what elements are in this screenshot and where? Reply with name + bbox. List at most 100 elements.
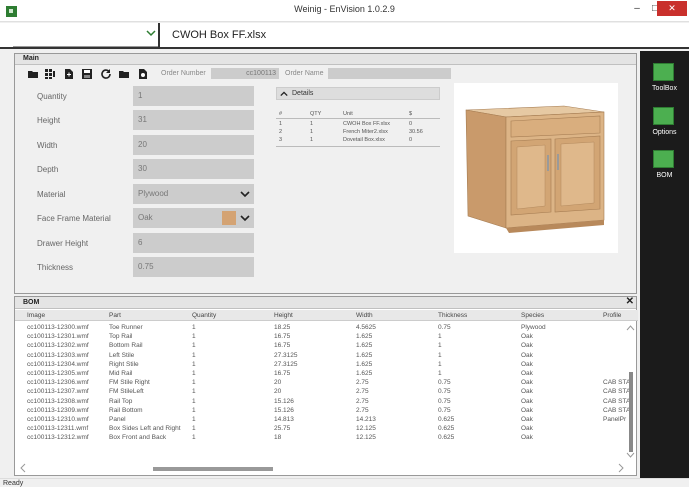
column-header-image[interactable]: Image: [27, 312, 45, 319]
status-bar: Ready: [0, 478, 689, 487]
face-frame-material-label: Face Frame Material: [37, 214, 111, 223]
details-col-price: $: [409, 111, 413, 117]
cell-image: cc100113-12306.wmf: [27, 379, 89, 387]
vertical-scrollbar[interactable]: [626, 322, 635, 461]
drawer-height-label: Drawer Height: [37, 239, 89, 248]
sidebar-item-options[interactable]: Options: [640, 107, 689, 143]
cell-quantity: 1: [192, 324, 196, 331]
divider: [158, 23, 160, 49]
cell-width: 4.5625: [356, 324, 376, 331]
table-row[interactable]: cc100113-12309.wmf Rail Bottom 1 15.126 2.75…: [15, 406, 630, 415]
divider: [276, 118, 440, 119]
cell-width: 1.625: [356, 351, 373, 359]
column-header-part[interactable]: Part: [109, 312, 121, 319]
order-name-input[interactable]: [328, 68, 451, 79]
cell-species: Oak: [521, 416, 533, 423]
new-file-icon[interactable]: [63, 68, 75, 80]
color-swatch: [222, 211, 236, 225]
depth-field[interactable]: 30: [133, 159, 254, 179]
folder-icon[interactable]: [118, 68, 130, 80]
column-header-species[interactable]: Species: [521, 312, 544, 319]
close-window-button[interactable]: ✕: [657, 1, 687, 16]
material-dropdown[interactable]: Plywood: [133, 184, 254, 204]
width-field[interactable]: 20: [133, 135, 254, 155]
column-header-width[interactable]: Width: [356, 312, 373, 319]
cell-thickness: 1: [438, 370, 442, 377]
table-row[interactable]: cc100113-12310.wmf Panel 1 14.813 14.213 0.62…: [15, 415, 628, 424]
material-label: Material: [37, 190, 66, 199]
cell-width: 12.125: [356, 425, 376, 433]
table-row[interactable]: cc100113-12307.wmf FM StileLeft 1 20 2.75 0.7…: [15, 387, 630, 396]
cell-height: 14.813: [274, 416, 294, 423]
cabinet-preview[interactable]: [454, 83, 618, 253]
order-name-label: Order Name: [285, 70, 324, 77]
thickness-field[interactable]: 0.75: [133, 257, 254, 277]
cell-part: FM Stile Right: [109, 379, 150, 387]
cell-part: Rail Top: [109, 397, 133, 405]
column-header-profile[interactable]: Profile: [603, 312, 621, 319]
cell-height: 15.126: [274, 397, 294, 405]
cell-quantity: 1: [192, 397, 196, 405]
table-row[interactable]: cc100113-12304.wmf Right Stile 1 27.3125 1.6…: [15, 360, 628, 369]
details-cell: 1: [310, 129, 314, 135]
column-header-quantity[interactable]: Quantity: [192, 312, 216, 319]
cell-part: Box Front and Back: [109, 434, 167, 442]
cell-species: Plywood: [521, 324, 546, 331]
save-icon[interactable]: [81, 68, 93, 80]
cell-height: 16.75: [274, 342, 291, 350]
bom-panel-header: BOM ✕: [15, 296, 636, 309]
close-bom-button[interactable]: ✕: [626, 296, 634, 307]
table-row[interactable]: cc100113-12301.wmf Top Rail 1 16.75 1.625 1 Oa…: [15, 332, 628, 341]
cell-image: cc100113-12300.wmf: [27, 324, 89, 331]
table-row[interactable]: cc100113-12303.wmf Left Stile 1 27.3125 1.62…: [15, 351, 628, 360]
drawer-height-field[interactable]: 6: [133, 233, 254, 253]
scrollbar-thumb[interactable]: [629, 372, 633, 452]
scrollbar-thumb[interactable]: [153, 467, 273, 471]
column-header-thickness[interactable]: Thickness: [438, 312, 467, 319]
sidebar-item-toolbox[interactable]: ToolBox: [640, 63, 689, 99]
table-row[interactable]: cc100113-12302.wmf Bottom Rail 1 16.75 1.625…: [15, 341, 628, 350]
cell-quantity: 1: [192, 388, 196, 396]
table-row[interactable]: cc100113-12306.wmf FM Stile Right 1 20 2.75 0…: [15, 378, 630, 387]
open-folder-icon[interactable]: [27, 68, 39, 80]
cell-species: Oak: [521, 360, 533, 368]
cell-height: 25.75: [274, 425, 291, 433]
quantity-label: Quantity: [37, 92, 67, 101]
column-header-height[interactable]: Height: [274, 312, 293, 319]
details-section: Details # QTY Unit $ 1 1 CWOH Box FF.xls…: [276, 87, 440, 157]
height-field[interactable]: 31: [133, 110, 254, 130]
details-cell: French Miter2.xlsx: [343, 129, 388, 135]
order-number-input[interactable]: cc100113: [211, 68, 279, 79]
details-title: Details: [292, 90, 314, 97]
cell-quantity: 1: [192, 360, 196, 368]
sidebar-item-bom[interactable]: BOM: [640, 150, 689, 186]
cell-species: Oak: [521, 425, 533, 433]
cell-quantity: 1: [192, 416, 196, 423]
window-title: Weinig - EnVision 1.0.2.9: [294, 4, 395, 14]
cell-species: Oak: [521, 434, 533, 442]
table-row[interactable]: cc100113-12308.wmf Rail Top 1 15.126 2.75 0.7…: [15, 397, 630, 406]
grid-icon[interactable]: [44, 68, 56, 80]
quantity-field[interactable]: 1: [133, 86, 254, 106]
refresh-icon[interactable]: [100, 68, 112, 80]
cell-part: Box Sides Left and Right: [109, 425, 181, 433]
table-row[interactable]: cc100113-12311.wmf Box Sides Left and Rig…: [15, 424, 628, 433]
minimize-button[interactable]: –: [628, 0, 646, 18]
cell-species: Oak: [521, 342, 533, 350]
details-header[interactable]: Details: [276, 87, 440, 100]
face-frame-material-dropdown[interactable]: Oak: [133, 208, 254, 228]
cell-species: Oak: [521, 333, 533, 341]
horizontal-scrollbar[interactable]: [15, 462, 626, 474]
file-selector-dropdown[interactable]: [13, 27, 158, 47]
preview-document-icon[interactable]: [137, 68, 149, 80]
thickness-value: 0.75: [138, 262, 154, 271]
cell-quantity: 1: [192, 342, 196, 350]
cell-quantity: 1: [192, 425, 196, 433]
quantity-value: 1: [138, 91, 143, 100]
table-row[interactable]: cc100113-12312.wmf Box Front and Back 1 18 1…: [15, 433, 628, 442]
cell-part: Rail Bottom: [109, 406, 143, 414]
table-row[interactable]: cc100113-12300.wmf Toe Runner 1 18.25 4.5625…: [15, 323, 628, 332]
table-row[interactable]: cc100113-12305.wmf Mid Rail 1 16.75 1.625 1 Oa…: [15, 369, 628, 378]
bom-panel: BOM ✕ Image Part Quantity Height Width T…: [14, 296, 638, 476]
details-col-qty: QTY: [310, 111, 322, 117]
